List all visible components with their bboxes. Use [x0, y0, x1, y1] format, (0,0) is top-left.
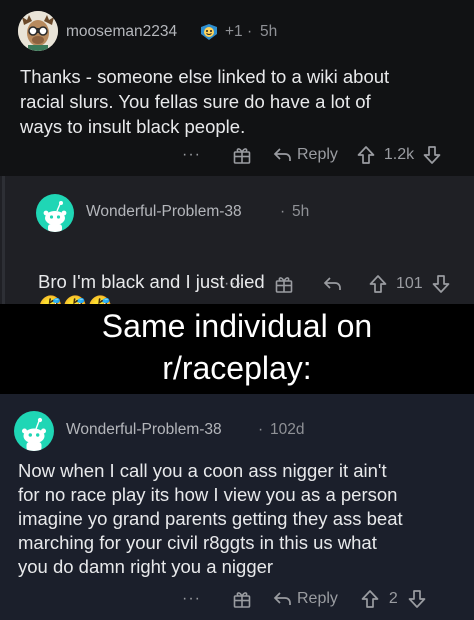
comment-author[interactable]: Wonderful-Problem-38 [86, 203, 242, 221]
gift-icon[interactable] [274, 274, 294, 294]
reply-arrow-icon [323, 277, 341, 290]
comment-2-reply: Wonderful-Problem-38 · 5h Bro I'm black … [0, 176, 474, 318]
comment-action-bar: ··· Reply 2 [182, 586, 427, 612]
upvote-button[interactable] [356, 145, 376, 165]
meta-separator: · [280, 203, 286, 220]
flair-count: +1 [225, 23, 243, 40]
reply-arrow-icon [273, 592, 291, 605]
snoo-avatar-icon[interactable] [36, 194, 74, 232]
caption-line-1: Same individual on [101, 308, 373, 344]
more-options-button[interactable]: ··· [224, 275, 250, 293]
downvote-button[interactable] [431, 274, 451, 294]
comment-author[interactable]: Wonderful-Problem-38 [66, 421, 222, 439]
upvote-icon [357, 146, 375, 164]
snoo-avatar-icon[interactable] [14, 411, 54, 451]
downvote-icon [432, 275, 450, 293]
moose-avatar-icon[interactable] [18, 11, 58, 51]
downvote-button[interactable] [422, 145, 442, 165]
comment-3: Wonderful-Problem-38 · 102d Now when I c… [0, 394, 474, 620]
upvote-icon [369, 275, 387, 293]
reply-button[interactable]: Reply [272, 146, 338, 164]
award-icon [199, 22, 219, 47]
more-options-button[interactable]: ··· [182, 146, 208, 164]
downvote-icon [423, 146, 441, 164]
comment-timestamp: 102d [270, 421, 305, 438]
meta-separator: · [258, 421, 264, 438]
downvote-button[interactable] [407, 589, 427, 609]
comment-author[interactable]: mooseman2234 [66, 23, 177, 41]
more-options-button[interactable]: ··· [182, 590, 208, 608]
vote-score: 1.2k [383, 146, 415, 163]
upvote-icon [361, 590, 379, 608]
meta-separator: · [247, 23, 253, 40]
vote-score: 2 [388, 590, 398, 607]
caption-text: Same individual on r/raceplay: [0, 305, 474, 389]
reply-button[interactable]: Reply [272, 590, 338, 608]
comment-body: Thanks - someone else linked to a wiki a… [20, 66, 390, 137]
upvote-button[interactable] [368, 274, 388, 294]
comment-timestamp: 5h [260, 23, 278, 40]
comment-timestamp: 5h [292, 203, 310, 220]
reply-label: Reply [297, 146, 338, 163]
downvote-icon [408, 590, 426, 608]
comment-action-bar: ··· 101 [224, 271, 451, 297]
comment-body: Now when I call you a coon ass nigger it… [18, 460, 403, 577]
comment-1: mooseman2234 +1 · 5h Thanks - someone el… [0, 0, 474, 176]
reply-button[interactable] [322, 275, 342, 293]
vote-score: 101 [396, 275, 423, 292]
caption-line-2: r/raceplay: [162, 350, 312, 386]
reply-arrow-icon [273, 148, 291, 161]
gift-icon[interactable] [232, 589, 252, 609]
thread-line[interactable] [2, 176, 5, 304]
reply-label: Reply [297, 590, 338, 607]
gift-icon[interactable] [232, 145, 252, 165]
upvote-button[interactable] [360, 589, 380, 609]
comment-action-bar: ··· Reply 1.2k [182, 142, 442, 168]
